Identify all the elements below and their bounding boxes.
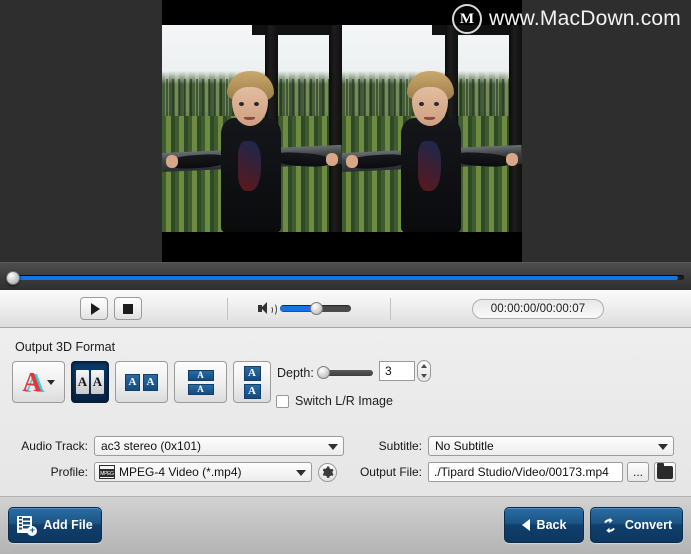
profile-select[interactable]: MPEG MPEG-4 Video (*.mp4): [94, 462, 312, 482]
chevron-down-icon: [296, 470, 306, 476]
depth-value-field[interactable]: 3: [379, 361, 415, 381]
app-window: M www.MacDown.com 00:00:00/00:00:07 Outp…: [0, 0, 691, 554]
switch-lr-image-label: Switch L/R Image: [295, 394, 393, 408]
folder-icon: [657, 462, 673, 479]
divider-right: [390, 298, 391, 320]
boy-right-hand: [325, 153, 339, 166]
settings-panel: Output 3D Format A AA AA A A A A Depth: …: [0, 328, 691, 497]
mpeg-film-icon: MPEG: [99, 465, 115, 479]
switch-lr-image-checkbox-row[interactable]: Switch L/R Image: [276, 394, 393, 408]
boy-left-hand: [345, 155, 359, 168]
chevron-down-icon: [658, 444, 668, 450]
profile-value: MPEG-4 Video (*.mp4): [119, 465, 242, 479]
top-bottom-half-icon: A A: [187, 369, 214, 395]
audio-track-label: Audio Track:: [21, 439, 88, 453]
output-file-input[interactable]: ./Tipard Studio/Video/00173.mp4: [428, 462, 623, 482]
boy-eye-left: [418, 101, 424, 107]
gear-icon: [322, 466, 334, 478]
output-file-row: Output File: ./Tipard Studio/Video/00173…: [358, 462, 676, 482]
chevron-down-icon[interactable]: [46, 379, 55, 385]
timecode-display: 00:00:00/00:00:07: [472, 299, 604, 319]
open-folder-button[interactable]: [654, 462, 676, 482]
seek-knob[interactable]: [6, 271, 20, 285]
side-by-side-half-icon: AA: [125, 373, 158, 391]
format-button-side-by-side-full[interactable]: AA: [71, 361, 109, 403]
video-preview-area: M www.MacDown.com: [0, 0, 691, 262]
left-eye-image: [162, 25, 342, 232]
add-file-button[interactable]: + Add File: [8, 507, 102, 543]
depth-stepper[interactable]: [417, 360, 431, 382]
seek-fill: [10, 275, 678, 280]
play-icon: [90, 302, 100, 315]
subtitle-label: Subtitle:: [378, 439, 422, 453]
format-button-top-bottom-half[interactable]: A A: [174, 361, 227, 403]
anaglyph-a-icon: A: [22, 366, 42, 397]
bottom-toolbar: [0, 497, 691, 554]
divider-left: [227, 298, 228, 320]
switch-lr-image-checkbox[interactable]: [276, 394, 289, 408]
subtitle-value: No Subtitle: [435, 439, 494, 453]
video-frame: [162, 0, 522, 262]
stepper-down-icon[interactable]: [421, 374, 427, 378]
shirt-graphic: [417, 140, 441, 191]
depth-slider-knob[interactable]: [317, 366, 330, 379]
stop-icon: [123, 303, 133, 314]
add-file-icon: +: [17, 515, 38, 536]
chevron-left-icon: [521, 519, 530, 531]
profile-label: Profile:: [50, 465, 88, 479]
shirt-graphic: [237, 140, 261, 191]
output-file-browse-button[interactable]: ...: [627, 462, 649, 482]
audio-track-select[interactable]: ac3 stereo (0x101): [94, 436, 344, 456]
audio-track-row: Audio Track: ac3 stereo (0x101): [14, 436, 344, 456]
convert-button[interactable]: Convert: [590, 507, 683, 543]
format-button-side-by-side-half[interactable]: AA: [115, 361, 168, 403]
format-button-top-bottom-full[interactable]: A A: [233, 361, 271, 403]
seek-bar-strip[interactable]: [0, 262, 691, 290]
add-file-label: Add File: [43, 518, 93, 532]
convert-label: Convert: [624, 518, 673, 532]
play-button[interactable]: [80, 297, 108, 320]
depth-label: Depth:: [277, 366, 314, 380]
profile-settings-button[interactable]: [318, 462, 337, 482]
boy-eye-left: [238, 101, 244, 107]
subtitle-select[interactable]: No Subtitle: [428, 436, 674, 456]
volume-slider-knob[interactable]: [310, 302, 323, 315]
back-button[interactable]: Back: [504, 507, 584, 543]
window-post-right: [329, 25, 342, 232]
stop-button[interactable]: [114, 297, 142, 320]
stepper-up-icon[interactable]: [421, 364, 427, 368]
subtitle-row: Subtitle: No Subtitle: [370, 436, 674, 456]
output-3d-format-label: Output 3D Format: [15, 340, 116, 354]
profile-row: Profile: MPEG MPEG-4 Video (*.mp4): [14, 462, 337, 482]
boy-right-hand: [505, 153, 519, 166]
boy-left-hand: [165, 155, 179, 168]
output-3d-format-buttons: A AA AA A A A A: [12, 361, 271, 403]
chevron-down-icon: [328, 444, 338, 450]
back-label: Back: [536, 518, 567, 532]
audio-track-value: ac3 stereo (0x101): [101, 439, 202, 453]
side-by-side-full-icon: AA: [76, 370, 104, 394]
format-button-anaglyph[interactable]: A: [12, 361, 65, 403]
window-post-right: [509, 25, 522, 232]
top-bottom-full-icon: A A: [243, 365, 261, 399]
stereoscopic-side-by-side-image: [162, 25, 522, 232]
output-file-label: Output File:: [359, 465, 422, 479]
refresh-convert-icon: [603, 517, 615, 533]
speaker-icon[interactable]: [258, 302, 277, 316]
right-eye-image: [342, 25, 522, 232]
